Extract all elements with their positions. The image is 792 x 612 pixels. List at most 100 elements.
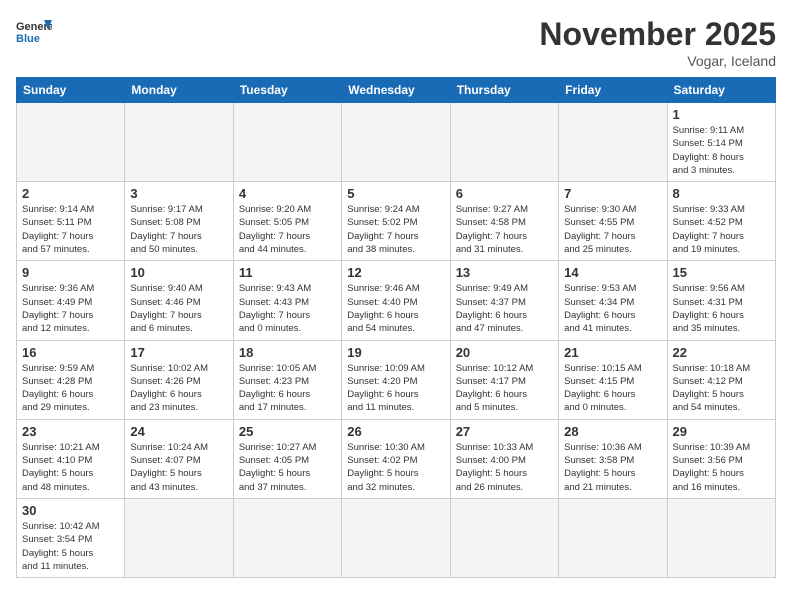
calendar-day-cell <box>17 103 125 182</box>
calendar-week-row: 2Sunrise: 9:14 AM Sunset: 5:11 PM Daylig… <box>17 182 776 261</box>
weekday-header-cell: Sunday <box>17 78 125 103</box>
calendar-day-cell <box>559 103 667 182</box>
calendar-day-cell: 4Sunrise: 9:20 AM Sunset: 5:05 PM Daylig… <box>233 182 341 261</box>
calendar-day-cell: 28Sunrise: 10:36 AM Sunset: 3:58 PM Dayl… <box>559 419 667 498</box>
day-info: Sunrise: 9:33 AM Sunset: 4:52 PM Dayligh… <box>673 203 770 256</box>
day-number: 6 <box>456 186 553 201</box>
calendar-day-cell <box>342 498 450 577</box>
day-number: 2 <box>22 186 119 201</box>
calendar-day-cell <box>233 498 341 577</box>
calendar-day-cell: 2Sunrise: 9:14 AM Sunset: 5:11 PM Daylig… <box>17 182 125 261</box>
page-header: General Blue November 2025 Vogar, Icelan… <box>16 16 776 69</box>
day-info: Sunrise: 9:49 AM Sunset: 4:37 PM Dayligh… <box>456 282 553 335</box>
day-number: 17 <box>130 345 227 360</box>
calendar-body: 1Sunrise: 9:11 AM Sunset: 5:14 PM Daylig… <box>17 103 776 578</box>
calendar-day-cell: 29Sunrise: 10:39 AM Sunset: 3:56 PM Dayl… <box>667 419 775 498</box>
day-number: 10 <box>130 265 227 280</box>
calendar-day-cell: 23 Sunrise: 10:21 AM Sunset: 4:10 PM Dayl… <box>17 419 125 498</box>
calendar-day-cell: 14Sunrise: 9:53 AM Sunset: 4:34 PM Dayli… <box>559 261 667 340</box>
day-number: 1 <box>673 107 770 122</box>
calendar-day-cell: 27 Sunrise: 10:33 AM Sunset: 4:00 PM Dayl… <box>450 419 558 498</box>
svg-text:Blue: Blue <box>16 33 40 45</box>
calendar-week-row: 1Sunrise: 9:11 AM Sunset: 5:14 PM Daylig… <box>17 103 776 182</box>
day-info: Sunrise: 10:33 AM Sunset: 4:00 PM Daylig… <box>456 441 553 494</box>
day-number: 11 <box>239 265 336 280</box>
calendar-day-cell: 26 Sunrise: 10:30 AM Sunset: 4:02 PM Dayl… <box>342 419 450 498</box>
day-number: 30 <box>22 503 119 518</box>
day-number: 19 <box>347 345 444 360</box>
weekday-header-cell: Thursday <box>450 78 558 103</box>
day-number: 27 <box>456 424 553 439</box>
day-number: 15 <box>673 265 770 280</box>
calendar-day-cell: 24 Sunrise: 10:24 AM Sunset: 4:07 PM Dayl… <box>125 419 233 498</box>
day-info: Sunrise: 9:53 AM Sunset: 4:34 PM Dayligh… <box>564 282 661 335</box>
calendar-day-cell: 18 Sunrise: 10:05 AM Sunset: 4:23 PM Dayl… <box>233 340 341 419</box>
day-info: Sunrise: 10:12 AM Sunset: 4:17 PM Daylig… <box>456 362 553 415</box>
title-area: November 2025 Vogar, Iceland <box>539 16 776 69</box>
calendar-day-cell: 16 Sunrise: 9:59 AM Sunset: 4:28 PM Dayli… <box>17 340 125 419</box>
day-info: Sunrise: 10:21 AM Sunset: 4:10 PM Daylig… <box>22 441 119 494</box>
weekday-header-cell: Monday <box>125 78 233 103</box>
day-number: 5 <box>347 186 444 201</box>
day-info: Sunrise: 10:09 AM Sunset: 4:20 PM Daylig… <box>347 362 444 415</box>
day-info: Sunrise: 9:30 AM Sunset: 4:55 PM Dayligh… <box>564 203 661 256</box>
calendar-table: SundayMondayTuesdayWednesdayThursdayFrid… <box>16 77 776 578</box>
calendar-day-cell: 21Sunrise: 10:15 AM Sunset: 4:15 PM Dayl… <box>559 340 667 419</box>
calendar-day-cell: 11Sunrise: 9:43 AM Sunset: 4:43 PM Dayli… <box>233 261 341 340</box>
calendar-day-cell: 15Sunrise: 9:56 AM Sunset: 4:31 PM Dayli… <box>667 261 775 340</box>
day-number: 18 <box>239 345 336 360</box>
calendar-day-cell: 1Sunrise: 9:11 AM Sunset: 5:14 PM Daylig… <box>667 103 775 182</box>
day-info: Sunrise: 9:17 AM Sunset: 5:08 PM Dayligh… <box>130 203 227 256</box>
calendar-day-cell: 9Sunrise: 9:36 AM Sunset: 4:49 PM Daylig… <box>17 261 125 340</box>
day-info: Sunrise: 10:18 AM Sunset: 4:12 PM Daylig… <box>673 362 770 415</box>
day-info: Sunrise: 10:30 AM Sunset: 4:02 PM Daylig… <box>347 441 444 494</box>
weekday-header-cell: Friday <box>559 78 667 103</box>
calendar-day-cell <box>233 103 341 182</box>
day-info: Sunrise: 9:40 AM Sunset: 4:46 PM Dayligh… <box>130 282 227 335</box>
day-number: 29 <box>673 424 770 439</box>
calendar-week-row: 16 Sunrise: 9:59 AM Sunset: 4:28 PM Dayli… <box>17 340 776 419</box>
calendar-day-cell: 5 Sunrise: 9:24 AM Sunset: 5:02 PM Daylig… <box>342 182 450 261</box>
day-info: Sunrise: 9:46 AM Sunset: 4:40 PM Dayligh… <box>347 282 444 335</box>
calendar-week-row: 30Sunrise: 10:42 AM Sunset: 3:54 PM Dayl… <box>17 498 776 577</box>
calendar-day-cell: 25Sunrise: 10:27 AM Sunset: 4:05 PM Dayl… <box>233 419 341 498</box>
calendar-day-cell: 13Sunrise: 9:49 AM Sunset: 4:37 PM Dayli… <box>450 261 558 340</box>
calendar-day-cell: 8Sunrise: 9:33 AM Sunset: 4:52 PM Daylig… <box>667 182 775 261</box>
logo: General Blue <box>16 16 52 46</box>
day-info: Sunrise: 9:59 AM Sunset: 4:28 PM Dayligh… <box>22 362 119 415</box>
calendar-day-cell <box>450 103 558 182</box>
calendar-day-cell: 30Sunrise: 10:42 AM Sunset: 3:54 PM Dayl… <box>17 498 125 577</box>
calendar-day-cell: 19 Sunrise: 10:09 AM Sunset: 4:20 PM Dayl… <box>342 340 450 419</box>
calendar-day-cell: 17 Sunrise: 10:02 AM Sunset: 4:26 PM Dayl… <box>125 340 233 419</box>
calendar-day-cell <box>667 498 775 577</box>
weekday-header-cell: Saturday <box>667 78 775 103</box>
calendar-day-cell: 6Sunrise: 9:27 AM Sunset: 4:58 PM Daylig… <box>450 182 558 261</box>
day-number: 12 <box>347 265 444 280</box>
logo-icon: General Blue <box>16 16 52 46</box>
calendar-day-cell: 22 Sunrise: 10:18 AM Sunset: 4:12 PM Dayl… <box>667 340 775 419</box>
day-info: Sunrise: 10:05 AM Sunset: 4:23 PM Daylig… <box>239 362 336 415</box>
day-number: 25 <box>239 424 336 439</box>
day-number: 22 <box>673 345 770 360</box>
calendar-week-row: 23 Sunrise: 10:21 AM Sunset: 4:10 PM Dayl… <box>17 419 776 498</box>
month-title: November 2025 <box>539 16 776 53</box>
calendar-day-cell: 10 Sunrise: 9:40 AM Sunset: 4:46 PM Dayli… <box>125 261 233 340</box>
day-info: Sunrise: 9:24 AM Sunset: 5:02 PM Dayligh… <box>347 203 444 256</box>
weekday-header-cell: Tuesday <box>233 78 341 103</box>
calendar-day-cell <box>125 103 233 182</box>
calendar-day-cell: 3 Sunrise: 9:17 AM Sunset: 5:08 PM Daylig… <box>125 182 233 261</box>
day-info: Sunrise: 9:20 AM Sunset: 5:05 PM Dayligh… <box>239 203 336 256</box>
calendar-day-cell <box>559 498 667 577</box>
day-number: 16 <box>22 345 119 360</box>
day-number: 24 <box>130 424 227 439</box>
day-number: 26 <box>347 424 444 439</box>
day-info: Sunrise: 10:24 AM Sunset: 4:07 PM Daylig… <box>130 441 227 494</box>
calendar-week-row: 9Sunrise: 9:36 AM Sunset: 4:49 PM Daylig… <box>17 261 776 340</box>
weekday-header-cell: Wednesday <box>342 78 450 103</box>
day-number: 7 <box>564 186 661 201</box>
day-number: 20 <box>456 345 553 360</box>
day-info: Sunrise: 10:02 AM Sunset: 4:26 PM Daylig… <box>130 362 227 415</box>
calendar-day-cell: 12 Sunrise: 9:46 AM Sunset: 4:40 PM Dayli… <box>342 261 450 340</box>
day-number: 3 <box>130 186 227 201</box>
day-number: 23 <box>22 424 119 439</box>
